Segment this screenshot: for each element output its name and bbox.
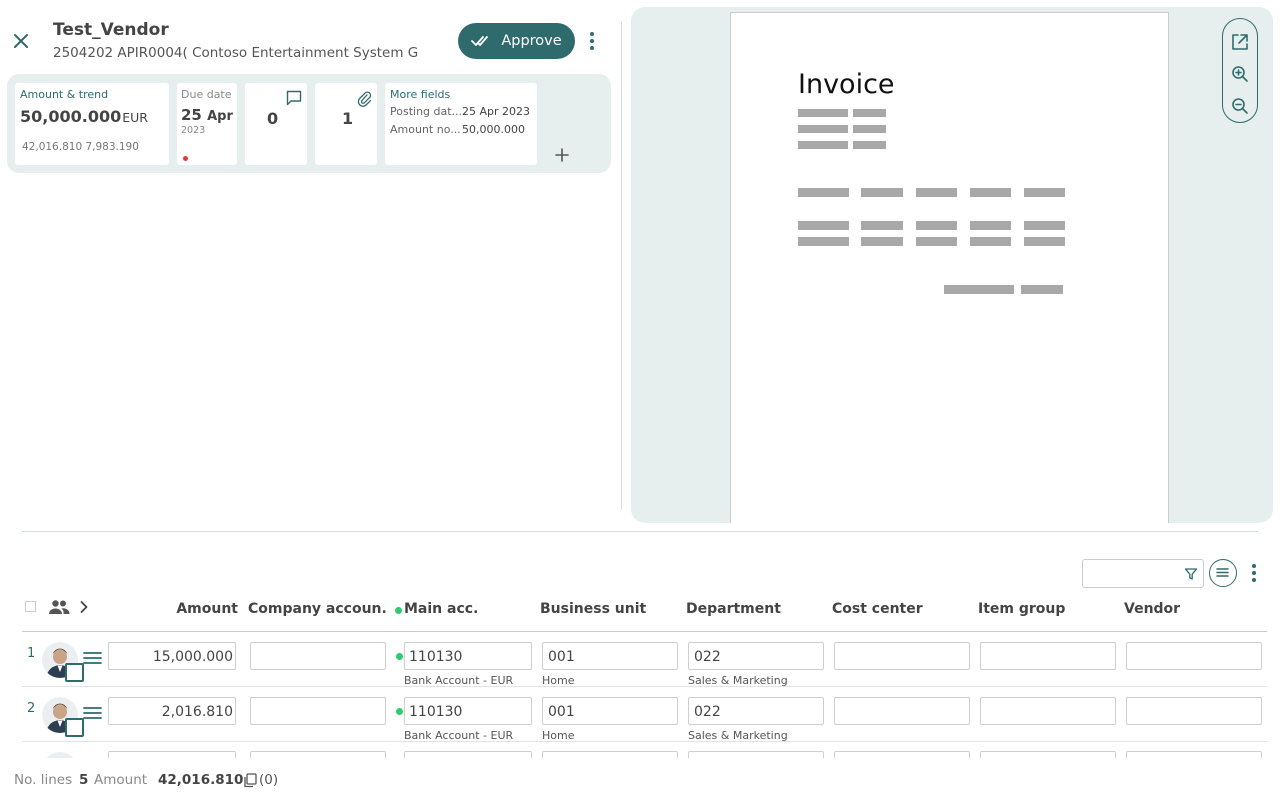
approve-button[interactable]: Approve [458,23,575,59]
cost-center-field[interactable] [834,751,970,758]
cost-center-field[interactable] [834,697,970,725]
company-account-field[interactable] [250,697,386,725]
row-checkbox[interactable] [65,718,84,737]
amount-currency: EUR [122,110,148,125]
column-header-department[interactable]: Department [686,601,781,617]
business-unit-field[interactable] [542,751,678,758]
add-field-button[interactable] [553,146,571,164]
table-row[interactable] [22,748,1267,758]
copy-count[interactable]: (0) [259,772,278,788]
attachments-count: 1 [342,109,354,128]
open-external-icon[interactable] [1230,32,1250,52]
main-account-field[interactable]: 110130 [404,697,532,725]
pane-divider[interactable] [621,22,622,510]
chevron-right-icon[interactable] [78,600,90,614]
zoom-in-icon[interactable] [1230,64,1250,84]
column-header-vendor[interactable]: Vendor [1124,601,1180,617]
more-field-row: Amount no...50,000.000 [390,123,525,136]
item-group-field[interactable] [980,751,1116,758]
preview-toolbar [1222,18,1258,123]
due-day: 25 Apr [181,106,233,124]
more-field-row: Posting dat...25 Apr 2023 [390,105,531,118]
department-field[interactable]: 022 [688,697,824,725]
comments-count: 0 [267,109,279,128]
plus-icon [555,148,569,162]
status-dot [396,653,403,660]
amount-value: 50,000.000EUR [20,107,148,126]
main-account-field[interactable] [404,751,532,758]
main-account-field[interactable]: 110130 [404,642,532,670]
grid-footer: No. lines 5 Amount 42,016.810 (0) [0,758,1280,800]
menu-icon[interactable] [83,706,102,720]
list-icon [1216,568,1229,577]
close-icon [14,34,28,48]
row-checkbox[interactable] [65,663,84,682]
lines-label: No. lines [14,772,73,788]
due-year: 2023 [181,125,206,136]
vendor-field[interactable] [1126,642,1262,670]
column-header-business-unit[interactable]: Business unit [540,601,646,617]
more-fields-card[interactable]: More fields Posting dat...25 Apr 2023 Am… [385,83,537,165]
filter-icon[interactable] [1184,567,1198,581]
more-fields-label: More fields [390,88,451,101]
column-header-company-account[interactable]: Company accoun... [248,601,388,617]
column-header-amount[interactable]: Amount [150,601,238,617]
business-unit-field[interactable]: 001 [542,697,678,725]
main-account-status-dot [395,607,402,614]
company-account-field[interactable] [250,751,386,758]
amount-field[interactable]: 15,000.000 [108,642,236,670]
row-number: 1 [27,646,36,661]
document-title: Invoice [798,69,895,100]
page-title: Test_Vendor [53,20,169,40]
attachments-card[interactable]: 1 [315,83,377,165]
column-header-item-group[interactable]: Item group [978,601,1065,617]
document-preview-pane: Invoice [631,7,1273,523]
department-field[interactable]: 022 [688,642,824,670]
double-check-icon [471,36,489,46]
select-all-checkbox[interactable] [25,601,36,612]
close-button[interactable] [10,30,32,52]
footer-amount-value: 42,016.810 [158,772,244,788]
vendor-field[interactable] [1126,751,1262,758]
section-divider[interactable] [22,531,1258,532]
item-group-field[interactable] [980,642,1116,670]
column-header-main-account[interactable]: Main acc. [404,601,478,617]
lines-value: 5 [79,772,89,788]
approve-label: Approve [501,33,562,49]
grid-filter-input[interactable] [1082,559,1204,588]
item-group-field[interactable] [980,697,1116,725]
grid-more-button[interactable] [1246,561,1262,585]
paperclip-icon [357,91,372,107]
amount-trend-card[interactable]: Amount & trend 50,000.000EUR 42,016.810 … [15,83,169,165]
more-actions-button[interactable] [582,28,602,54]
amount-field[interactable]: 2,016.810 [108,697,236,725]
due-month: Apr [207,109,233,124]
table-row[interactable]: 2 2,016.810 110130 Bank Account - EUR 00… [22,687,1267,742]
due-status-dot [183,156,188,161]
amount-trend: 42,016.810 7,983.190 [22,141,139,153]
column-header-cost-center[interactable]: Cost center [832,601,923,617]
document-page: Invoice [730,12,1169,523]
status-dot [396,708,403,715]
company-account-field[interactable] [250,642,386,670]
amount-card-label: Amount & trend [20,88,109,101]
list-view-button[interactable] [1209,559,1237,587]
amount-field[interactable] [108,751,236,758]
comment-icon [286,90,302,106]
footer-amount-label: Amount [94,772,148,788]
department-field[interactable] [688,751,824,758]
vendor-field[interactable] [1126,697,1262,725]
copy-icon[interactable] [243,773,257,788]
zoom-out-icon[interactable] [1230,96,1250,116]
users-icon[interactable] [48,599,70,615]
cost-center-field[interactable] [834,642,970,670]
table-row[interactable]: 1 15,000.000 110130 Bank Account - EUR 0… [22,632,1267,687]
menu-icon[interactable] [83,651,102,665]
page-subtitle: 2504202 APIR0004( Contoso Entertainment … [53,45,417,61]
comments-card[interactable]: 0 [245,83,307,165]
due-date-card[interactable]: Due date 25 Apr 2023 [177,83,237,165]
due-card-label: Due date [181,88,232,101]
business-unit-field[interactable]: 001 [542,642,678,670]
row-number: 2 [27,701,36,716]
